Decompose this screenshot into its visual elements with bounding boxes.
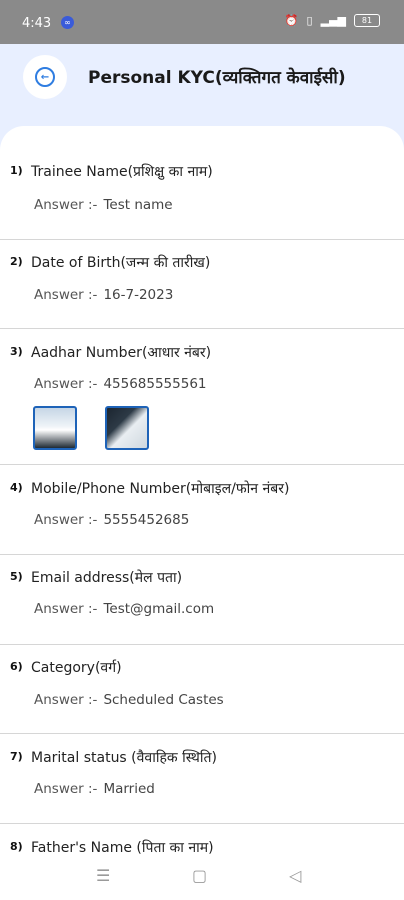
- question-text: Email address(मेल पता): [31, 570, 183, 586]
- question-item: 1) Trainee Name(प्रशिक्षु का नाम) Answer…: [0, 126, 404, 240]
- question-number: 5): [10, 570, 23, 583]
- answer-label: Answer :-: [34, 692, 98, 708]
- system-nav-bar: ☰ ▢ ◁: [0, 856, 404, 900]
- question-number: 2): [10, 255, 23, 268]
- kyc-details-card[interactable]: 1) Trainee Name(प्रशिक्षु का नाम) Answer…: [0, 126, 404, 856]
- question-number: 7): [10, 750, 23, 763]
- page-title: Personal KYC(व्यक्तिगत केवाईसी): [88, 68, 346, 88]
- answer-value: Married: [103, 781, 155, 797]
- answer-value: Test@gmail.com: [103, 601, 215, 617]
- question-item: 6) Category(वर्ग) Answer :- Scheduled Cas…: [0, 645, 404, 734]
- status-time: 4:43: [22, 16, 52, 31]
- status-bar: 4:43 ∞ ⏰ ▯ ▂▄▆ 81: [0, 0, 404, 44]
- question-text: Aadhar Number(आधार नंबर): [31, 345, 212, 361]
- answer-row: Answer :- Test@gmail.com: [34, 601, 214, 617]
- question-item: 5) Email address(मेल पता) Answer :- Test@…: [0, 555, 404, 645]
- answer-row: Answer :- Scheduled Castes: [34, 692, 224, 708]
- answer-row: Answer :- 455685555561: [34, 376, 207, 392]
- menu-icon[interactable]: ☰: [96, 866, 110, 885]
- app-notification-icon: ∞: [61, 16, 74, 29]
- answer-row: Answer :- Married: [34, 781, 155, 797]
- question-item: 2) Date of Birth(जन्म की तारीख) Answer :…: [0, 240, 404, 329]
- vibrate-icon: ▯: [306, 14, 313, 27]
- home-icon[interactable]: ▢: [192, 866, 207, 885]
- aadhar-back-image[interactable]: [105, 406, 149, 450]
- status-icons: ⏰ ▯ ▂▄▆ 81: [285, 14, 380, 27]
- answer-row: Answer :- 16-7-2023: [34, 287, 173, 303]
- question-number: 4): [10, 481, 23, 494]
- question-text: Marital status (वैवाहिक स्थिति): [31, 750, 217, 766]
- answer-value: 16-7-2023: [103, 287, 174, 303]
- answer-row: Answer :- 5555452685: [34, 512, 189, 528]
- question-number: 8): [10, 840, 23, 853]
- back-nav-icon[interactable]: ◁: [289, 866, 301, 885]
- back-button[interactable]: ←: [23, 55, 67, 99]
- answer-label: Answer :-: [34, 197, 98, 213]
- answer-value: Scheduled Castes: [103, 692, 224, 708]
- question-number: 3): [10, 345, 23, 358]
- question-text: Mobile/Phone Number(मोबाइल/फोन नंबर): [31, 481, 290, 497]
- answer-label: Answer :-: [34, 781, 98, 797]
- signal-icon: ▂▄▆: [320, 14, 346, 27]
- answer-label: Answer :-: [34, 376, 98, 392]
- aadhar-front-image[interactable]: [33, 406, 77, 450]
- answer-value: 5555452685: [103, 512, 190, 528]
- answer-label: Answer :-: [34, 287, 98, 303]
- answer-value: 455685555561: [103, 376, 207, 392]
- question-text: Category(वर्ग): [31, 660, 122, 676]
- question-number: 6): [10, 660, 23, 673]
- back-arrow-icon: ←: [35, 67, 55, 87]
- question-number: 1): [10, 164, 23, 177]
- answer-label: Answer :-: [34, 512, 98, 528]
- question-item: 7) Marital status (वैवाहिक स्थिति) Answe…: [0, 734, 404, 824]
- answer-row: Answer :- Test name: [34, 197, 173, 213]
- question-item: 4) Mobile/Phone Number(मोबाइल/फोन नंबर) …: [0, 465, 404, 555]
- answer-value: Test name: [103, 197, 173, 213]
- question-text: Trainee Name(प्रशिक्षु का नाम): [31, 164, 213, 180]
- question-text: Date of Birth(जन्म की तारीख): [31, 255, 211, 271]
- question-item: 8) Father's Name (पिता का नाम): [0, 824, 404, 856]
- question-item: 3) Aadhar Number(आधार नंबर) Answer :- 455…: [0, 329, 404, 465]
- question-text: Father's Name (पिता का नाम): [31, 840, 214, 856]
- answer-label: Answer :-: [34, 601, 98, 617]
- alarm-icon: ⏰: [284, 14, 299, 27]
- battery-icon: 81: [354, 14, 380, 27]
